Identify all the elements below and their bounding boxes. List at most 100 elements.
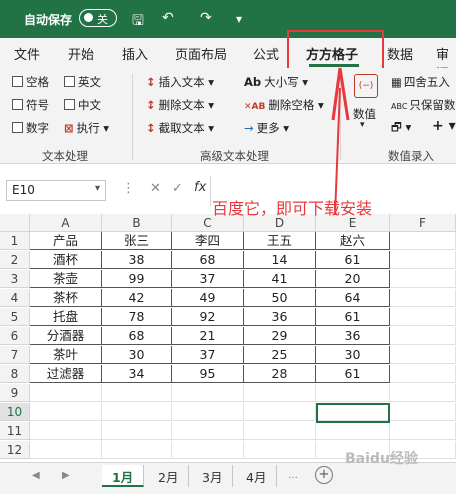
undo-icon[interactable]: ↶ (162, 10, 174, 26)
table-cell[interactable]: 42 (102, 289, 172, 307)
table-cell[interactable]: 61 (316, 365, 390, 383)
table-cell[interactable] (390, 346, 456, 364)
chevron-down-icon[interactable]: ▾ (95, 183, 100, 194)
save-icon[interactable]: 🖫 (132, 10, 144, 34)
prev-sheet-icon[interactable]: ◀ (32, 470, 40, 481)
selected-cell[interactable] (316, 403, 390, 423)
table-cell[interactable] (390, 289, 456, 307)
tab-home[interactable]: 开始 (68, 44, 94, 63)
table-cell[interactable] (102, 403, 172, 421)
row-header[interactable]: 3 (0, 270, 30, 288)
table-cell[interactable]: 王五 (244, 232, 316, 250)
table-cell[interactable]: 29 (244, 327, 316, 345)
plus-icon[interactable]: + ▾ (432, 118, 456, 134)
table-cell[interactable]: 30 (102, 346, 172, 364)
row-header[interactable]: 10 (0, 403, 30, 421)
checkbox-english[interactable]: 英文 (64, 74, 101, 90)
table-cell[interactable]: 赵六 (316, 232, 390, 250)
table-cell[interactable]: 茶壶 (30, 270, 102, 288)
table-cell[interactable] (102, 384, 172, 402)
table-cell[interactable]: 37 (172, 270, 244, 288)
table-cell[interactable] (172, 403, 244, 421)
next-sheet-icon[interactable]: ▶ (62, 470, 70, 481)
tab-data[interactable]: 数据 (387, 44, 413, 63)
select-all-corner[interactable] (0, 214, 30, 232)
enter-icon[interactable]: ✓ (172, 181, 183, 196)
row-header[interactable]: 6 (0, 327, 30, 345)
insert-function-button[interactable]: fx (194, 180, 206, 195)
table-cell[interactable]: 95 (172, 365, 244, 383)
quick-access-dropdown-icon[interactable]: ▾ (236, 12, 242, 26)
table-cell[interactable] (172, 384, 244, 402)
table-cell[interactable] (30, 441, 102, 459)
table-cell[interactable] (172, 441, 244, 459)
row-header[interactable]: 9 (0, 384, 30, 402)
more-options-icon[interactable]: ⋮ (122, 181, 135, 196)
table-cell[interactable] (30, 422, 102, 440)
table-cell[interactable] (316, 422, 390, 440)
row-header[interactable]: 2 (0, 251, 30, 269)
table-cell[interactable] (244, 422, 316, 440)
table-cell[interactable]: 41 (244, 270, 316, 288)
table-cell[interactable]: 37 (172, 346, 244, 364)
table-cell[interactable] (30, 384, 102, 402)
autosave-toggle[interactable]: 关 (79, 9, 117, 27)
extract-text-button[interactable]: ↕ 截取文本 ▾ (146, 120, 214, 136)
table-cell[interactable] (390, 403, 456, 421)
execute-button[interactable]: ⊠ 执行 ▾ (64, 120, 109, 136)
table-cell[interactable]: 过滤器 (30, 365, 102, 383)
table-cell[interactable]: 茶杯 (30, 289, 102, 307)
table-cell[interactable]: 产品 (30, 232, 102, 250)
table-cell[interactable] (390, 251, 456, 269)
table-cell[interactable]: 酒杯 (30, 251, 102, 269)
table-cell[interactable] (390, 384, 456, 402)
table-cell[interactable] (30, 403, 102, 421)
checkbox-chinese[interactable]: 中文 (64, 97, 101, 113)
table-cell[interactable]: 30 (316, 346, 390, 364)
table-cell[interactable]: 38 (102, 251, 172, 269)
column-header[interactable]: F (390, 214, 456, 232)
checkbox-space[interactable]: 空格 (12, 74, 49, 90)
delete-space-button[interactable]: ✕AB 删除空格 ▾ (244, 97, 324, 113)
table-cell[interactable] (390, 232, 456, 250)
table-cell[interactable]: 34 (102, 365, 172, 383)
row-header[interactable]: 5 (0, 308, 30, 326)
table-cell[interactable]: 61 (316, 251, 390, 269)
more-button[interactable]: → 更多 ▾ (244, 120, 289, 136)
add-sheet-button[interactable]: + (315, 466, 333, 484)
table-cell[interactable] (390, 422, 456, 440)
value-dropdown-icon[interactable]: ▾ (360, 120, 365, 130)
table-cell[interactable] (244, 403, 316, 421)
round-button[interactable]: ▦ 四舍五入 (391, 74, 450, 90)
insert-text-button[interactable]: ↕ 插入文本 ▾ (146, 74, 214, 90)
more-sheets-icon[interactable]: … (288, 470, 298, 481)
tab-page-layout[interactable]: 页面布局 (175, 44, 227, 63)
table-cell[interactable]: 20 (316, 270, 390, 288)
table-cell[interactable]: 78 (102, 308, 172, 326)
case-button[interactable]: Ab 大小写 ▾ (244, 74, 308, 90)
table-cell[interactable]: 21 (172, 327, 244, 345)
table-cell[interactable] (390, 308, 456, 326)
table-cell[interactable]: 68 (172, 251, 244, 269)
table-cell[interactable]: 61 (316, 308, 390, 326)
table-cell[interactable] (390, 365, 456, 383)
checkbox-symbol[interactable]: 符号 (12, 97, 49, 113)
row-header[interactable]: 12 (0, 441, 30, 459)
checkbox-number[interactable]: 数字 (12, 120, 49, 136)
row-header[interactable]: 8 (0, 365, 30, 383)
table-cell[interactable]: 28 (244, 365, 316, 383)
row-header[interactable]: 7 (0, 346, 30, 364)
table-cell[interactable] (102, 422, 172, 440)
name-box[interactable]: E10 ▾ (6, 180, 106, 201)
table-cell[interactable]: 64 (316, 289, 390, 307)
table-cell[interactable] (316, 384, 390, 402)
tab-insert[interactable]: 插入 (122, 44, 148, 63)
table-cell[interactable]: 25 (244, 346, 316, 364)
table-cell[interactable] (390, 270, 456, 288)
column-header[interactable]: A (30, 214, 102, 232)
column-header[interactable]: B (102, 214, 172, 232)
redo-icon[interactable]: ↷ (200, 10, 212, 26)
table-cell[interactable]: 50 (244, 289, 316, 307)
table-cell[interactable] (244, 441, 316, 459)
table-cell[interactable]: 68 (102, 327, 172, 345)
